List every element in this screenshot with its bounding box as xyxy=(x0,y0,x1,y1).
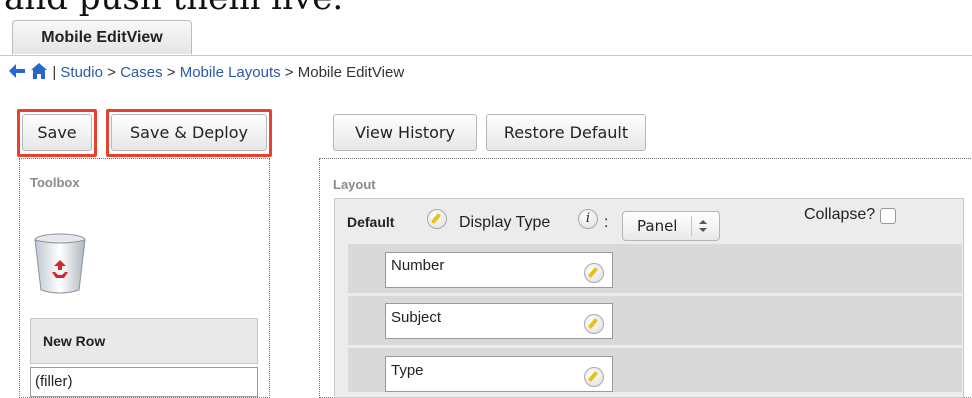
display-type-label: Display Type xyxy=(459,214,551,231)
field-subject[interactable]: Subject xyxy=(385,303,613,339)
breadcrumb: | Studio > Cases > Mobile Layouts > Mobi… xyxy=(8,62,404,84)
select-arrows-icon xyxy=(699,220,707,232)
field-label: Number xyxy=(391,257,445,274)
field-label: Subject xyxy=(391,309,442,326)
layout-title: Layout xyxy=(333,177,376,192)
breadcrumb-mobile-layouts[interactable]: Mobile Layouts xyxy=(180,64,281,81)
back-arrow-icon[interactable] xyxy=(8,63,26,79)
tab-divider xyxy=(0,55,972,56)
breadcrumb-arrow: > xyxy=(166,64,176,81)
display-type-colon: : xyxy=(604,214,609,231)
tab-mobile-editview[interactable]: Mobile EditView xyxy=(12,20,192,55)
field-type[interactable]: Type xyxy=(385,356,613,392)
new-row-label: New Row xyxy=(43,333,106,349)
edit-field-icon[interactable] xyxy=(584,314,604,334)
document-caption: and push them live. xyxy=(0,0,972,16)
select-divider xyxy=(691,216,692,236)
edit-field-icon[interactable] xyxy=(584,367,604,387)
filler-item[interactable]: (filler) xyxy=(30,367,258,397)
edit-panel-icon[interactable] xyxy=(427,209,447,229)
breadcrumb-current: Mobile EditView xyxy=(297,64,405,81)
view-history-button[interactable]: View History xyxy=(333,114,477,151)
edit-field-icon[interactable] xyxy=(584,263,604,283)
info-icon[interactable]: i xyxy=(578,209,598,229)
display-type-value: Panel xyxy=(637,217,678,235)
recycle-bin-icon[interactable] xyxy=(32,232,88,296)
breadcrumb-separator: | xyxy=(52,64,57,81)
save-deploy-button[interactable]: Save & Deploy xyxy=(111,114,267,151)
home-icon[interactable] xyxy=(30,62,48,80)
new-row-item[interactable]: New Row xyxy=(30,318,258,364)
save-button[interactable]: Save xyxy=(22,114,92,151)
collapse-checkbox[interactable] xyxy=(880,208,896,224)
breadcrumb-cases[interactable]: Cases xyxy=(120,64,163,81)
collapse-label: Collapse? xyxy=(804,206,876,223)
breadcrumb-studio[interactable]: Studio xyxy=(60,64,103,81)
breadcrumb-arrow: > xyxy=(284,64,294,81)
restore-default-button[interactable]: Restore Default xyxy=(486,114,646,151)
filler-label: (filler) xyxy=(35,373,73,390)
breadcrumb-arrow: > xyxy=(107,64,116,81)
field-label: Type xyxy=(391,362,424,379)
display-type-select[interactable]: Panel xyxy=(622,211,720,241)
toolbox-title: Toolbox xyxy=(30,175,80,190)
caption-text: and push them live. xyxy=(4,0,343,16)
panel-name: Default xyxy=(347,214,395,230)
field-number[interactable]: Number xyxy=(385,252,613,288)
